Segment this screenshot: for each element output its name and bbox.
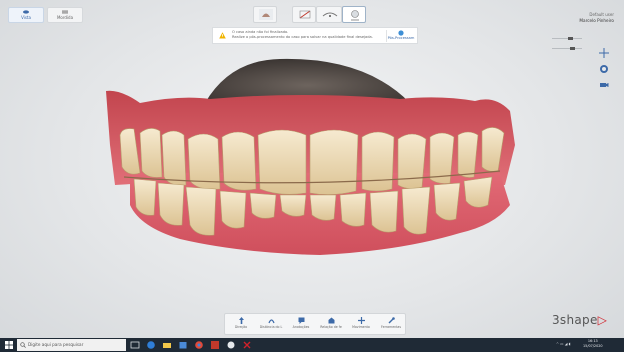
user-name: Marcelo Pinheiro — [579, 18, 614, 23]
annotation-icon — [298, 317, 304, 324]
task-view-icon[interactable] — [130, 340, 140, 350]
edge-icon[interactable] — [146, 340, 156, 350]
view-button-label: Mordida — [56, 15, 74, 20]
store-icon[interactable] — [178, 340, 188, 350]
post-processing-button[interactable]: Pós-Processam — [386, 30, 415, 42]
view-button-label: Vista — [21, 15, 31, 20]
scan-tooth-icon — [259, 9, 273, 20]
tool-label: Movimento — [352, 325, 370, 329]
windows-start-icon[interactable] — [5, 341, 13, 349]
tool-label: Relação de fe — [320, 325, 342, 329]
bottom-toolbar: Direção Distância do L Anotações Relação… — [224, 313, 406, 335]
crop-icon — [299, 10, 311, 19]
system-tray-icons[interactable]: ^ ▭ ◢ ◖ — [556, 342, 571, 346]
opacity-slider-lower[interactable] — [552, 47, 582, 50]
tool-distance[interactable]: Distância do L — [256, 314, 286, 334]
tool-movement[interactable]: Movimento — [346, 314, 376, 334]
notification-bar: O caso ainda não foi finalizado. Realize… — [212, 27, 418, 44]
explorer-icon[interactable] — [162, 340, 172, 350]
crop-button[interactable] — [292, 6, 316, 23]
lighting-button[interactable] — [342, 6, 366, 23]
tool-direction[interactable]: Direção — [226, 314, 256, 334]
taskbar-clock[interactable]: 16:13 15/07/2020 — [583, 339, 603, 349]
tool-label: Anotações — [292, 325, 310, 329]
model-button[interactable] — [316, 6, 342, 23]
dental-scan-model[interactable] — [100, 55, 520, 265]
bite-icon — [62, 10, 68, 14]
taskbar-date: 15/07/2020 — [583, 344, 603, 348]
lighting-icon — [351, 10, 359, 21]
view-button-vista[interactable]: Vista — [8, 7, 44, 23]
move-icon[interactable] — [599, 48, 609, 58]
user-info: Default user Marcelo Pinheiro — [579, 12, 614, 24]
app-icon-1[interactable] — [210, 340, 220, 350]
arrow-icon — [238, 317, 244, 324]
scan-tooth-button[interactable] — [253, 6, 277, 23]
chrome-icon[interactable] — [194, 340, 204, 350]
opacity-slider-upper[interactable] — [552, 37, 582, 40]
search-placeholder: Digite aqui para pesquisar — [28, 342, 84, 347]
brand-text: 3shape — [552, 313, 598, 327]
model-icon — [322, 12, 338, 17]
tool-tools[interactable]: Ferramentas — [376, 314, 406, 334]
brand-logo: 3shape▷ — [552, 313, 607, 327]
camera-icon[interactable] — [599, 80, 609, 90]
taskbar-search-input[interactable]: Digite aqui para pesquisar — [17, 339, 126, 351]
post-processing-label: Pós-Processam — [387, 36, 415, 40]
windows-taskbar: Digite aqui para pesquisar ^ ▭ ◢ ◖ 16:13… — [0, 338, 624, 352]
color-toggle-icon[interactable] — [599, 64, 609, 74]
tool-label: Distância do L — [259, 325, 283, 329]
tool-annotations[interactable]: Anotações — [286, 314, 316, 334]
brand-accent: ▷ — [597, 313, 608, 327]
relation-icon — [328, 317, 334, 324]
notification-line-2: Realize o pós-processamento do caso para… — [232, 35, 373, 39]
distance-icon — [267, 319, 275, 324]
tool-label: Direção — [234, 325, 248, 329]
app-icon-3[interactable] — [242, 340, 252, 350]
tools-icon — [388, 317, 395, 324]
eye-icon — [23, 10, 29, 14]
movement-icon — [357, 317, 365, 324]
warning-icon — [219, 32, 226, 39]
tool-label: Ferramentas — [380, 325, 402, 329]
app-icon-2[interactable] — [226, 340, 236, 350]
tool-relation[interactable]: Relação de fe — [316, 314, 346, 334]
view-button-mordida[interactable]: Mordida — [47, 7, 83, 23]
search-icon — [20, 342, 26, 348]
